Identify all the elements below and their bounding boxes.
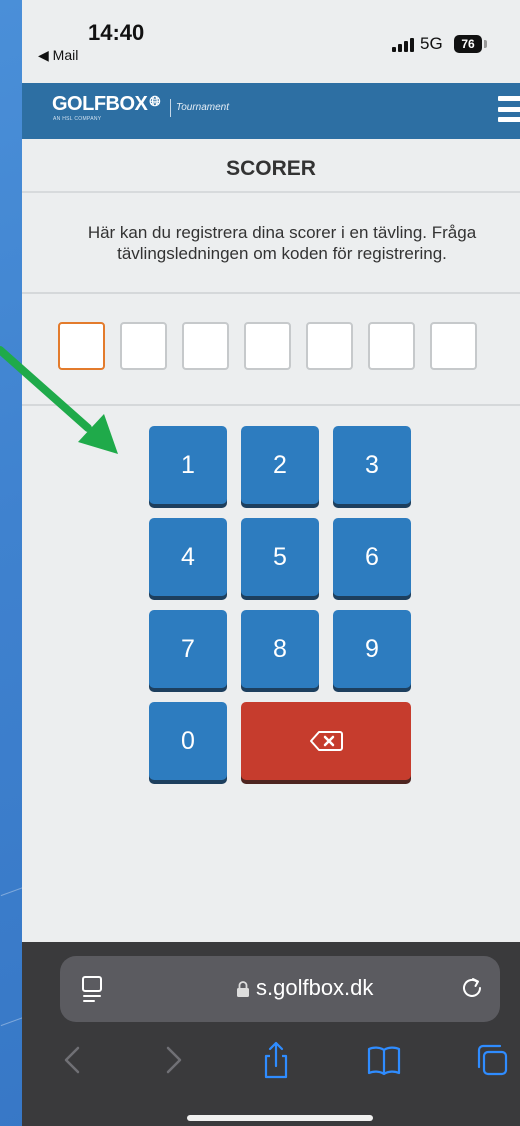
tabs-icon[interactable] <box>474 1040 510 1080</box>
key-2[interactable]: 2 <box>241 426 319 504</box>
logo-subtitle: AN HSL COMPANY <box>53 116 102 122</box>
logo-divider <box>170 99 171 117</box>
code-digit-box[interactable] <box>244 322 291 370</box>
key-0[interactable]: 0 <box>149 702 227 780</box>
lock-icon <box>237 981 249 997</box>
logo-text: GOLFBOX <box>52 93 148 115</box>
backspace-button[interactable] <box>241 702 411 780</box>
numeric-keypad: 1 2 3 4 5 6 7 8 9 0 <box>149 426 411 780</box>
forward-icon[interactable] <box>156 1040 192 1080</box>
key-6[interactable]: 6 <box>333 518 411 596</box>
bookmarks-icon[interactable] <box>366 1040 402 1080</box>
divider <box>22 292 520 294</box>
key-8[interactable]: 8 <box>241 610 319 688</box>
key-7[interactable]: 7 <box>149 610 227 688</box>
status-time: 14:40 <box>88 20 145 45</box>
backspace-icon <box>310 731 343 751</box>
code-digit-box[interactable] <box>430 322 477 370</box>
url-text: s.golfbox.dk <box>256 975 374 1000</box>
site-header: GOLFBOX 🌐︎ AN HSL COMPANY Tournament <box>22 83 520 139</box>
code-digit-box[interactable] <box>182 322 229 370</box>
key-4[interactable]: 4 <box>149 518 227 596</box>
browser-toolbar <box>22 1040 520 1090</box>
menu-icon[interactable] <box>498 96 520 122</box>
share-icon[interactable] <box>258 1040 294 1080</box>
key-5[interactable]: 5 <box>241 518 319 596</box>
info-text: Här kan du registrera dina scorer i en t… <box>87 223 477 263</box>
page-title: SCORER <box>22 139 520 193</box>
network-type: 5G <box>420 34 443 53</box>
golfbox-logo[interactable]: GOLFBOX 🌐︎ <box>52 93 161 116</box>
key-9[interactable]: 9 <box>333 610 411 688</box>
phone-screen: 14:40 ◀ Mail 5G 76 GOLFBOX 🌐︎ AN HSL COMP… <box>22 0 520 1126</box>
globe-icon: 🌐︎ <box>149 93 161 109</box>
key-3[interactable]: 3 <box>333 426 411 504</box>
battery-icon: 76 <box>454 35 482 53</box>
divider <box>22 404 520 406</box>
status-bar: 14:40 ◀ Mail 5G 76 <box>22 0 520 83</box>
code-digit-box[interactable] <box>120 322 167 370</box>
browser-chrome: s.golfbox.dk <box>22 942 520 1126</box>
code-digit-box[interactable] <box>368 322 415 370</box>
signal-icon <box>392 38 414 52</box>
back-icon[interactable] <box>54 1040 90 1080</box>
code-digit-box[interactable] <box>58 322 105 370</box>
reload-icon[interactable] <box>460 976 484 1000</box>
product-name: Tournament <box>176 102 229 113</box>
home-indicator <box>187 1115 373 1121</box>
back-to-mail-link[interactable]: ◀ Mail <box>38 47 78 64</box>
code-digit-box[interactable] <box>306 322 353 370</box>
code-input <box>58 322 477 370</box>
page-menu-icon <box>82 976 102 1002</box>
address-bar[interactable]: s.golfbox.dk <box>60 956 500 1022</box>
battery-tip <box>484 40 487 48</box>
key-1[interactable]: 1 <box>149 426 227 504</box>
